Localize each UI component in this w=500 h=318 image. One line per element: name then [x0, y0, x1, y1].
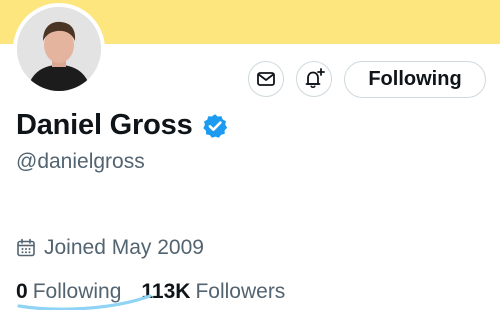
followers-stat-link[interactable]: 113K Followers	[141, 280, 285, 304]
notifications-button[interactable]	[296, 61, 332, 97]
profile-handle: @danielgross	[16, 150, 145, 173]
joined-text: Joined May 2009	[44, 236, 204, 259]
bell-plus-icon	[305, 68, 325, 88]
following-button[interactable]: Following	[344, 61, 486, 98]
highlight-underline-scribble	[17, 294, 152, 310]
calendar-icon	[17, 238, 35, 257]
profile-name-row: Daniel Gross	[16, 109, 228, 142]
display-name: Daniel Gross	[16, 109, 193, 141]
envelope-icon	[257, 72, 275, 86]
followers-label: Followers	[195, 280, 286, 303]
verified-badge-icon[interactable]	[202, 113, 228, 139]
message-button[interactable]	[248, 61, 284, 97]
joined-date: Joined May 2009	[16, 236, 204, 260]
avatar[interactable]	[13, 3, 105, 95]
